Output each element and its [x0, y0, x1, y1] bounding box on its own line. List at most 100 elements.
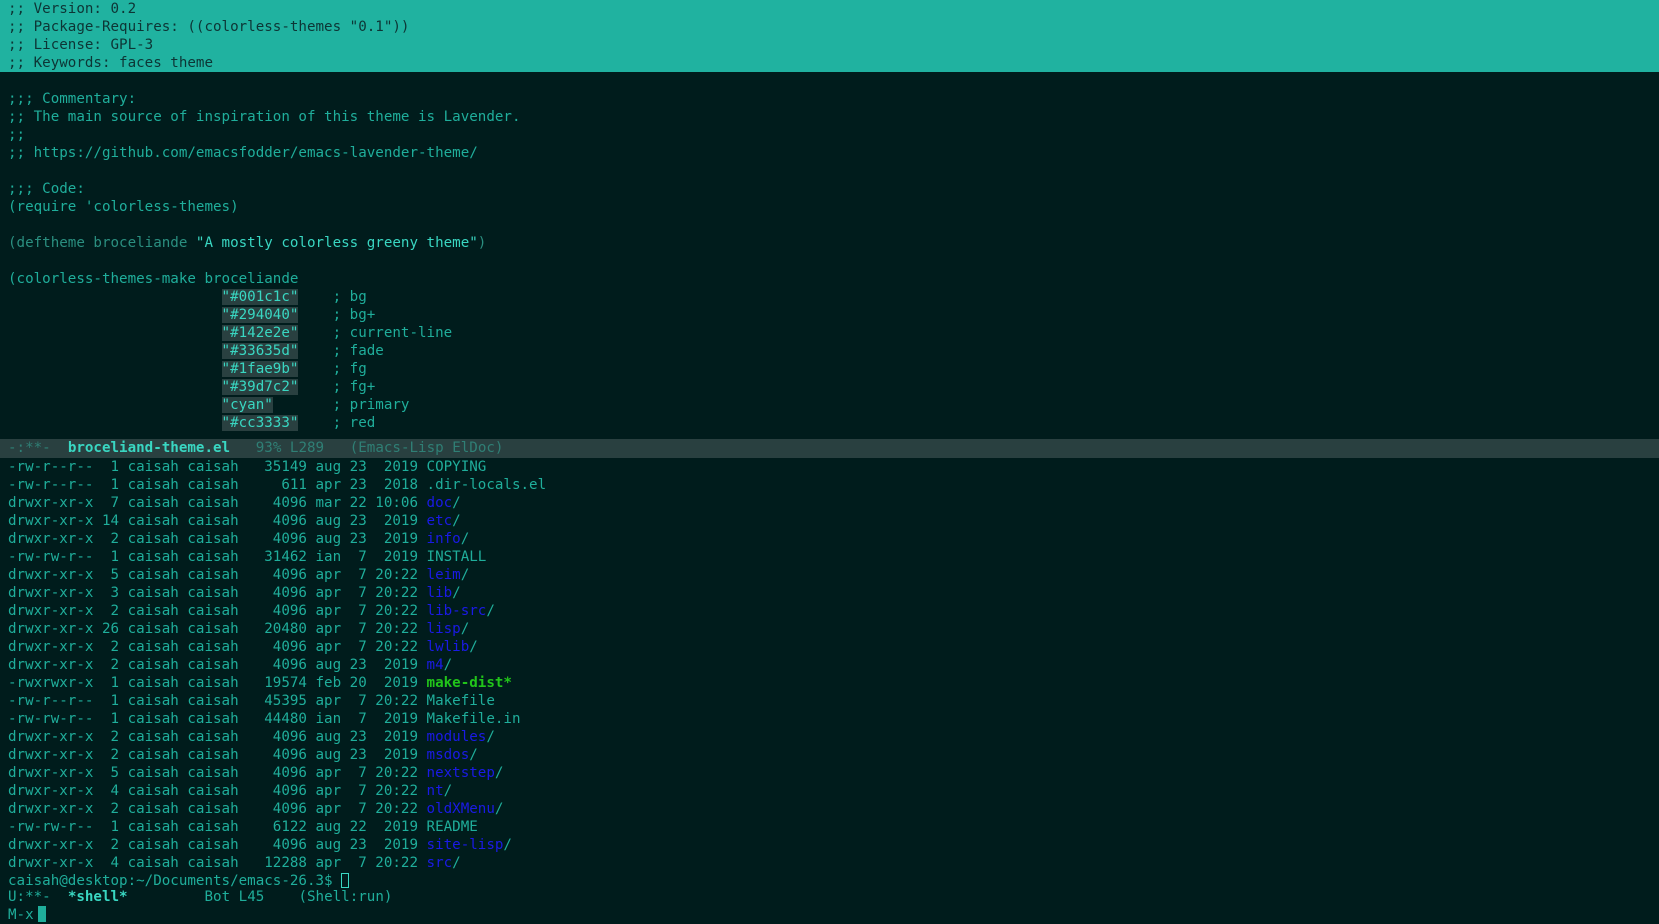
code-heading: ;;; Code: [8, 181, 85, 197]
executable-name[interactable]: make-dist [427, 675, 504, 691]
make-line: (colorless-themes-make broceliande [8, 271, 299, 287]
mode-line-shell[interactable]: U:**- *shell* Bot L45 (Shell:run) [0, 888, 1659, 906]
color-entry: "#142e2e" ; current-line [0, 324, 1659, 342]
listing-row: -rw-r--r-- 1 caisah caisah 35149 aug 23 … [0, 458, 1659, 476]
listing-row: drwxr-xr-x 2 caisah caisah 4096 apr 7 20… [0, 800, 1659, 818]
directory-name[interactable]: modules [427, 729, 487, 745]
dir-suffix: / [452, 495, 461, 511]
color-value: "#cc3333" [221, 415, 299, 431]
color-pad [298, 307, 332, 323]
file-name[interactable]: INSTALL [427, 549, 487, 565]
directory-name[interactable]: msdos [427, 747, 470, 763]
color-entry: "#cc3333" ; red [0, 414, 1659, 432]
color-value: "#1fae9b" [221, 361, 299, 377]
listing-row: drwxr-xr-x 2 caisah caisah 4096 aug 23 2… [0, 656, 1659, 674]
listing-row: drwxr-xr-x 4 caisah caisah 12288 apr 7 2… [0, 854, 1659, 872]
editor-body: ;;; Commentary: ;; The main source of in… [0, 72, 1659, 432]
dir-suffix: / [460, 621, 470, 637]
color-pad [298, 343, 332, 359]
color-entry: "#001c1c" ; bg [0, 288, 1659, 306]
listing-row: -rw-r--r-- 1 caisah caisah 611 apr 23 20… [0, 476, 1659, 494]
file-meta: drwxr-xr-x 2 caisah caisah 4096 aug 23 2… [8, 837, 427, 853]
region-highlight: ;; Version: 0.2 ;; Package-Requires: ((c… [0, 0, 1659, 72]
color-pad [298, 379, 332, 395]
buffer-name: *shell* [67, 889, 128, 905]
url-line[interactable]: ;; https://github.com/emacsfodder/emacs-… [0, 144, 1659, 162]
minibuffer[interactable]: M-x [0, 906, 1659, 924]
code-line: ;; License: GPL-3 [8, 37, 154, 53]
file-meta: drwxr-xr-x 3 caisah caisah 4096 apr 7 20… [8, 585, 427, 601]
file-meta: -rw-r--r-- 1 caisah caisah 45395 apr 7 2… [8, 693, 427, 709]
color-entry: "#1fae9b" ; fg [0, 360, 1659, 378]
buffer-position: 93% L289 [255, 440, 325, 456]
color-comment: ; bg+ [332, 307, 376, 323]
file-meta: drwxr-xr-x 14 caisah caisah 4096 aug 23 … [8, 513, 427, 529]
file-meta: drwxr-xr-x 7 caisah caisah 4096 mar 22 1… [8, 495, 427, 511]
file-meta: drwxr-xr-x 5 caisah caisah 4096 apr 7 20… [8, 567, 427, 583]
listing-row: drwxr-xr-x 2 caisah caisah 4096 aug 23 2… [0, 836, 1659, 854]
file-meta: drwxr-xr-x 2 caisah caisah 4096 apr 7 20… [8, 639, 427, 655]
color-value: "#33635d" [221, 343, 299, 359]
file-name[interactable]: Makefile [427, 693, 495, 709]
color-value: "#001c1c" [221, 289, 299, 305]
emacs-frame: ;; Version: 0.2 ;; Package-Requires: ((c… [0, 0, 1659, 924]
directory-name[interactable]: m4 [427, 657, 444, 673]
file-name[interactable]: README [427, 819, 478, 835]
file-meta: -rw-r--r-- 1 caisah caisah 35149 aug 23 … [8, 459, 427, 475]
directory-name[interactable]: site-lisp [427, 837, 504, 853]
editor-window[interactable]: ;; Version: 0.2 ;; Package-Requires: ((c… [0, 0, 1659, 439]
minibuffer-cursor [37, 906, 46, 922]
color-pad [298, 289, 332, 305]
color-comment: ; current-line [332, 325, 453, 341]
file-meta: -rw-r--r-- 1 caisah caisah 611 apr 23 20… [8, 477, 427, 493]
color-value: "#39d7c2" [221, 379, 299, 395]
color-value: "cyan" [221, 397, 273, 413]
directory-name[interactable]: nt [427, 783, 444, 799]
dir-suffix: / [486, 729, 495, 745]
directory-name[interactable]: lib [427, 585, 453, 601]
directory-name[interactable]: oldXMenu [427, 801, 495, 817]
mode-line-editor[interactable]: -:**- broceliand-theme.el 93% L289 (Emac… [0, 439, 1659, 458]
dir-suffix: / [452, 855, 461, 871]
file-meta: drwxr-xr-x 26 caisah caisah 20480 apr 7 … [8, 621, 427, 637]
color-entry: "#33635d" ; fade [0, 342, 1659, 360]
file-meta: drwxr-xr-x 2 caisah caisah 4096 aug 23 2… [8, 531, 427, 547]
color-value: "#142e2e" [221, 325, 299, 341]
code-line: ;; [8, 127, 26, 143]
directory-listing: -rw-r--r-- 1 caisah caisah 35149 aug 23 … [0, 458, 1659, 872]
file-meta: drwxr-xr-x 2 caisah caisah 4096 apr 7 20… [8, 603, 427, 619]
listing-row: drwxr-xr-x 2 caisah caisah 4096 aug 23 2… [0, 746, 1659, 764]
directory-name[interactable]: lisp [427, 621, 461, 637]
dir-suffix: / [494, 801, 504, 817]
shell-prompt: caisah@desktop:~/Documents/emacs-26.3$ [8, 873, 342, 889]
file-name[interactable]: COPYING [427, 459, 487, 475]
listing-row: drwxr-xr-x 5 caisah caisah 4096 apr 7 20… [0, 764, 1659, 782]
deftheme-string: "A mostly colorless greeny theme" [195, 235, 478, 251]
deftheme-suffix: ) [477, 235, 487, 251]
directory-name[interactable]: nextstep [427, 765, 495, 781]
color-entry: "#294040" ; bg+ [0, 306, 1659, 324]
listing-row: -rw-rw-r-- 1 caisah caisah 31462 ian 7 2… [0, 548, 1659, 566]
directory-name[interactable]: leim [427, 567, 461, 583]
file-name[interactable]: .dir-locals.el [427, 477, 547, 493]
color-comment: ; fg [332, 361, 367, 377]
listing-row: -rw-r--r-- 1 caisah caisah 45395 apr 7 2… [0, 692, 1659, 710]
color-comment: ; primary [332, 397, 410, 413]
dir-suffix: / [452, 585, 461, 601]
code-line: ;; Keywords: faces theme [8, 55, 213, 71]
directory-name[interactable]: lib-src [427, 603, 487, 619]
file-meta: drwxr-xr-x 2 caisah caisah 4096 apr 7 20… [8, 801, 427, 817]
directory-name[interactable]: info [427, 531, 461, 547]
shell-window[interactable]: -rw-r--r-- 1 caisah caisah 35149 aug 23 … [0, 458, 1659, 890]
deftheme-prefix: (deftheme broceliande [8, 235, 196, 251]
color-comment: ; red [332, 415, 376, 431]
directory-name[interactable]: src [427, 855, 453, 871]
file-name[interactable]: Makefile.in [427, 711, 521, 727]
directory-name[interactable]: etc [427, 513, 453, 529]
directory-name[interactable]: doc [427, 495, 453, 511]
dir-suffix: / [469, 747, 478, 763]
code-line: ;; Package-Requires: ((colorless-themes … [8, 19, 410, 35]
file-meta: -rw-rw-r-- 1 caisah caisah 31462 ian 7 2… [8, 549, 427, 565]
color-comment: ; fade [332, 343, 384, 359]
directory-name[interactable]: lwlib [427, 639, 470, 655]
